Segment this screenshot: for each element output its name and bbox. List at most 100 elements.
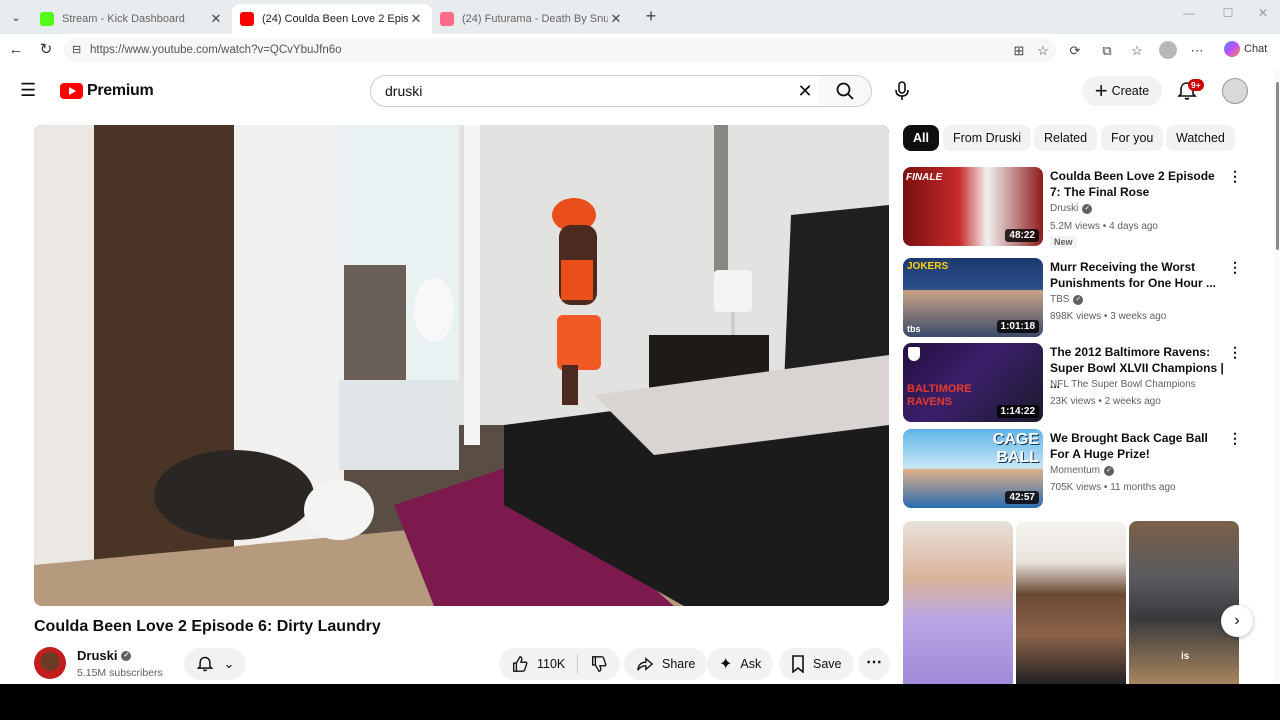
save-button[interactable]: Save [779, 648, 854, 680]
chip-from-druski[interactable]: From Druski [943, 125, 1032, 151]
voice-search-button[interactable] [886, 75, 918, 107]
ask-button[interactable]: ✦ Ask [707, 648, 774, 680]
close-tab-icon[interactable]: ✕ [208, 11, 224, 27]
app-install-icon[interactable]: ⊞ [1010, 42, 1028, 60]
url-text: https://www.youtube.com/watch?v=QCvYbuJf… [90, 44, 342, 56]
more-options-icon[interactable]: ⋮ [1228, 345, 1242, 359]
copilot-chat-button[interactable]: Chat [1224, 41, 1267, 57]
reload-icon[interactable]: ↻ [36, 40, 56, 60]
more-options-icon[interactable]: ⋮ [1228, 169, 1242, 183]
short-thumbnail[interactable] [1016, 521, 1126, 684]
search-button[interactable] [819, 75, 872, 107]
recommendation-item[interactable]: JOKERS tbs 1:01:18 Murr Receiving the Wo… [903, 258, 1243, 338]
chip-related[interactable]: Related [1034, 125, 1098, 151]
browser-profile-icon[interactable] [1159, 41, 1177, 59]
video-player[interactable] [34, 125, 889, 606]
close-window-icon[interactable]: ✕ [1240, 6, 1280, 20]
short-thumbnail[interactable]: is [1129, 521, 1239, 684]
close-tab-icon[interactable]: ✕ [408, 11, 424, 27]
recommendation-channel[interactable]: NFL The Super Bowl Champions [1050, 379, 1196, 390]
recommendation-title[interactable]: We Brought Back Cage Ball For A Huge Pri… [1050, 430, 1225, 462]
address-bar-row: ← ↻ ⊟ https://www.youtube.com/watch?v=QC… [0, 34, 1280, 66]
verified-check-icon: ✓ [1082, 203, 1093, 214]
kick-favicon-icon [40, 12, 54, 26]
extensions-icon[interactable]: ⟳ [1066, 42, 1084, 60]
recommendation-channel[interactable]: Momentum ✓ [1050, 465, 1115, 476]
more-options-icon[interactable]: ⋮ [1228, 260, 1242, 274]
share-arrow-icon [637, 657, 654, 671]
recommendation-meta: 23K views • 2 weeks ago [1050, 396, 1161, 407]
thumbnail-text-2: BALL [996, 449, 1039, 466]
chip-for-you[interactable]: For you [1101, 125, 1164, 151]
channel-name: Momentum [1050, 465, 1101, 476]
youtube-premium-logo[interactable]: Premium [60, 82, 154, 100]
more-options-icon[interactable]: ⋮ [1228, 431, 1242, 445]
create-button[interactable]: + Create [1082, 76, 1162, 106]
tab-youtube-current[interactable]: (24) Coulda Been Love 2 Episode 6 ✕ [232, 4, 432, 34]
back-icon[interactable]: ← [6, 40, 26, 60]
recommendation-title[interactable]: Coulda Been Love 2 Episode 7: The Final … [1050, 168, 1225, 200]
bookmark-icon [792, 655, 804, 673]
channel-name: NFL The Super Bowl Champions [1050, 379, 1196, 390]
channel-name-link[interactable]: Druski ✓ [77, 648, 132, 663]
site-info-icon[interactable]: ⊟ [72, 38, 81, 62]
tab-list-dropdown-icon[interactable]: ⌄ [4, 6, 28, 28]
youtube-favicon-icon [240, 12, 254, 26]
like-button[interactable]: 110K [499, 648, 577, 680]
favorites-icon[interactable]: ☆ [1128, 42, 1146, 60]
url-field[interactable]: ⊟ https://www.youtube.com/watch?v=QCvYbu… [64, 38, 1056, 62]
more-actions-icon[interactable]: ⋯ [858, 648, 890, 680]
channel-name: Druski [77, 648, 118, 663]
ask-label: Ask [740, 657, 762, 671]
chevron-right-icon[interactable]: › [1221, 605, 1253, 637]
tab-futurama[interactable]: (24) Futurama - Death By Snu Snu ✕ [432, 4, 632, 34]
dislike-button[interactable] [578, 648, 620, 680]
youtube-header: ☰ Premium druski ✕ + Create [0, 68, 1280, 114]
short-caption: is [1181, 651, 1190, 662]
thumbnail-text: CAGE [992, 431, 1039, 448]
tab-title: (24) Futurama - Death By Snu Snu [462, 13, 608, 25]
subscriber-count: 5.15M subscribers [77, 667, 163, 679]
close-tab-icon[interactable]: ✕ [608, 11, 624, 27]
video-thumbnail[interactable]: JOKERS tbs 1:01:18 [903, 258, 1043, 337]
recommendation-item[interactable]: CAGE BALL 42:57 We Brought Back Cage Bal… [903, 429, 1243, 509]
search-input[interactable]: druski [370, 75, 820, 107]
new-badge: New [1050, 236, 1077, 248]
video-duration: 1:14:22 [996, 405, 1039, 418]
recommendation-title[interactable]: Murr Receiving the Worst Punishments for… [1050, 259, 1225, 291]
video-thumbnail[interactable]: CAGE BALL 42:57 [903, 429, 1043, 508]
microphone-icon [895, 81, 909, 100]
short-thumbnail[interactable] [903, 521, 1013, 684]
channel-avatar[interactable] [34, 647, 66, 679]
video-title: Coulda Been Love 2 Episode 6: Dirty Laun… [34, 618, 381, 635]
tab-bar: ⌄ Stream - Kick Dashboard ✕ (24) Coulda … [0, 0, 1280, 34]
logo-text: Premium [87, 82, 154, 99]
verified-check-icon: ✓ [1073, 294, 1084, 305]
split-screen-icon[interactable]: ⧉ [1098, 42, 1116, 60]
recommendation-meta: 5.2M views • 4 days ago [1050, 221, 1158, 232]
recommendation-channel[interactable]: TBS ✓ [1050, 294, 1084, 305]
recommendation-item[interactable]: BALTIMORE RAVENS 1:14:22 The 2012 Baltim… [903, 343, 1243, 423]
video-duration: 48:22 [1005, 229, 1039, 242]
chevron-down-icon: ⌄ [223, 656, 235, 671]
video-thumbnail[interactable]: BALTIMORE RAVENS 1:14:22 [903, 343, 1043, 422]
subscription-notification-button[interactable]: ⌄ [184, 648, 246, 680]
chip-all[interactable]: All [903, 125, 939, 151]
channel-name: Druski [1050, 203, 1079, 214]
share-button[interactable]: Share [624, 648, 708, 680]
new-tab-icon[interactable]: + [640, 6, 662, 28]
video-thumbnail[interactable]: FINALE 48:22 [903, 167, 1043, 246]
recommendation-item[interactable]: FINALE 48:22 Coulda Been Love 2 Episode … [903, 167, 1243, 248]
thumbnail-text-2: RAVENS [907, 396, 953, 408]
tab-kick-dashboard[interactable]: Stream - Kick Dashboard ✕ [32, 4, 232, 34]
favorite-star-icon[interactable]: ☆ [1034, 42, 1052, 60]
account-avatar[interactable] [1222, 78, 1248, 104]
clear-search-icon[interactable]: ✕ [795, 81, 815, 101]
hamburger-menu-icon[interactable]: ☰ [20, 80, 40, 100]
chip-watched[interactable]: Watched [1166, 125, 1235, 151]
scrollbar-thumb[interactable] [1276, 82, 1279, 250]
video-frame [34, 125, 889, 606]
recommendation-channel[interactable]: Druski ✓ [1050, 203, 1093, 214]
video-duration: 42:57 [1005, 491, 1039, 504]
settings-more-icon[interactable]: ⋯ [1188, 42, 1206, 60]
